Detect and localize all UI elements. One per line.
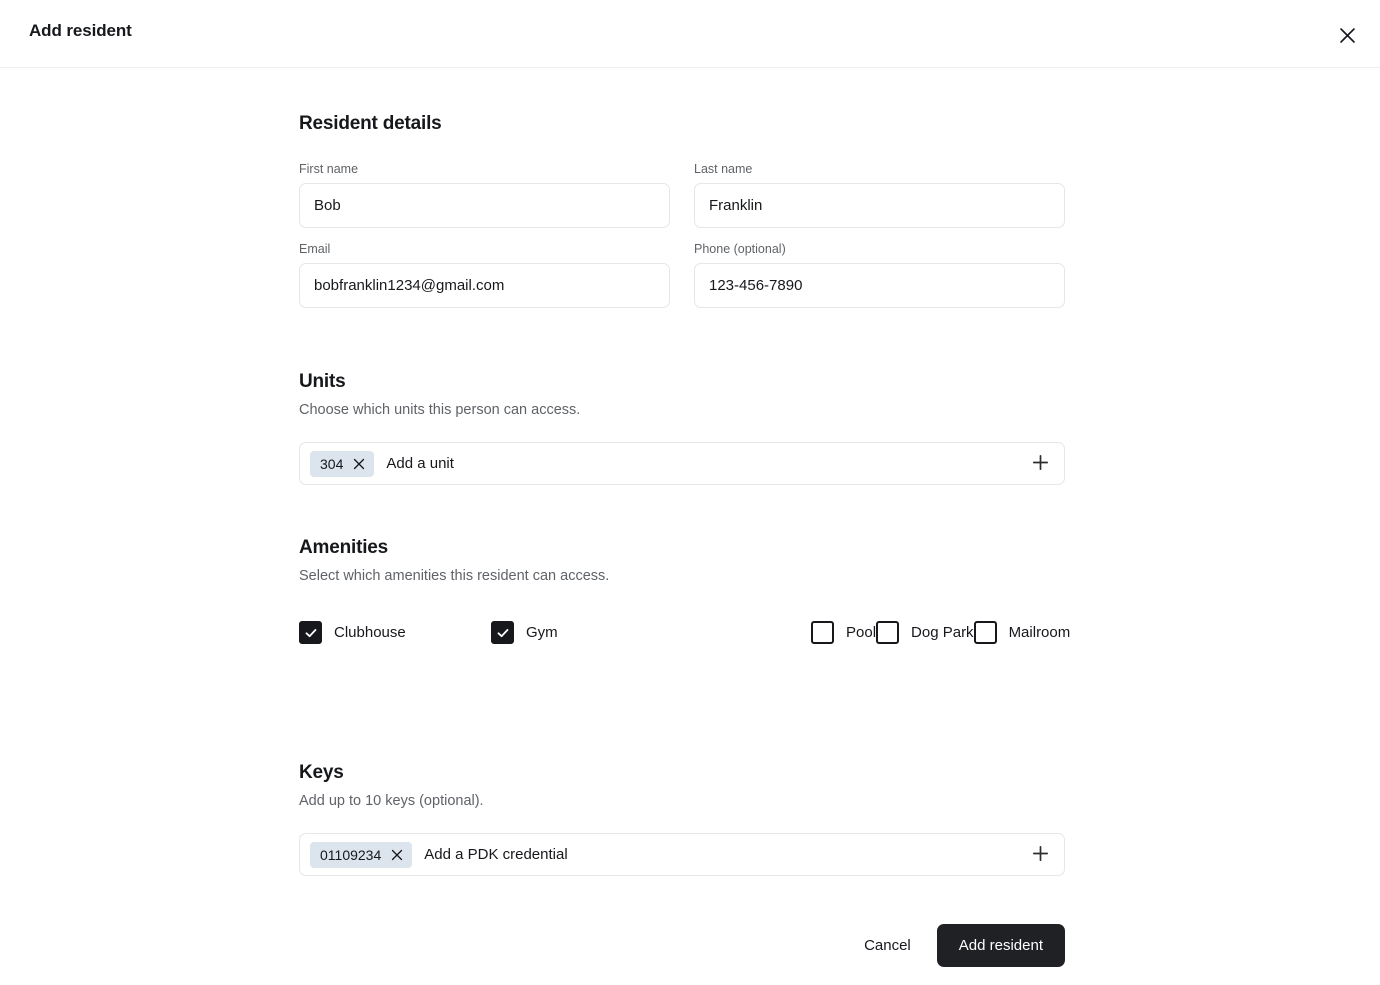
pool-checkbox[interactable] (811, 621, 834, 644)
dog-park-checkbox[interactable] (876, 621, 900, 644)
add-resident-dialog: Add resident Resident details First name… (0, 0, 1380, 985)
unit-chip[interactable]: 304 (310, 450, 375, 477)
amenities-description: Select which amenities this resident can… (299, 568, 610, 584)
unit-chip-label: 304 (320, 455, 344, 472)
cancel-button[interactable]: Cancel (848, 925, 927, 966)
dialog-header: Add resident (0, 0, 1380, 68)
mailroom-checkbox[interactable] (973, 621, 997, 644)
field-first-name: First name (299, 162, 670, 228)
units-heading: Units (299, 371, 346, 392)
dialog-footer: Cancel Add resident (299, 924, 1065, 967)
amenity-row-gym[interactable]: Gym (491, 614, 811, 651)
email-label: Email (299, 242, 331, 256)
pool-label: Pool (846, 624, 877, 641)
units-input[interactable] (386, 455, 1054, 472)
field-phone: Phone (optional) (694, 242, 1065, 308)
amenity-row-clubhouse[interactable]: Clubhouse (299, 614, 491, 651)
clubhouse-checkbox[interactable] (299, 621, 322, 644)
last-name-input[interactable] (694, 183, 1065, 228)
gym-checkbox[interactable] (491, 621, 514, 644)
key-chip-label: 01109234 (320, 846, 382, 863)
phone-label: Phone (optional) (694, 242, 786, 256)
amenity-row-dog-park[interactable]: Dog Park (876, 614, 974, 651)
units-description: Choose which units this person can acces… (299, 402, 581, 418)
amenities-heading: Amenities (299, 537, 389, 558)
units-token-field[interactable]: 304 (299, 442, 1065, 485)
first-name-input[interactable] (299, 183, 670, 228)
dog-park-label: Dog Park (911, 624, 974, 641)
email-input[interactable] (299, 263, 670, 308)
resident-details-fields: First name Last name Email Phone (option… (299, 135, 1065, 308)
gym-label: Gym (526, 624, 558, 641)
key-chip-remove-icon[interactable] (390, 848, 404, 862)
resident-details-heading: Resident details (299, 113, 442, 134)
section-resident-details: Resident details First name Last name Em… (299, 113, 1065, 308)
section-amenities: Amenities Select which amenities this re… (299, 537, 1070, 651)
add-resident-submit-button[interactable]: Add resident (936, 924, 1065, 967)
key-chip[interactable]: 01109234 (310, 841, 413, 868)
close-button[interactable] (1332, 20, 1362, 50)
field-last-name: Last name (694, 162, 1065, 228)
section-keys: Keys Add up to 10 keys (optional). 01109… (299, 762, 1065, 876)
keys-heading: Keys (299, 762, 344, 783)
section-units: Units Choose which units this person can… (299, 371, 1065, 485)
amenity-row-mailroom[interactable]: Mailroom (973, 614, 1071, 651)
phone-input[interactable] (694, 263, 1065, 308)
amenity-row-pool[interactable]: Pool (811, 614, 876, 651)
keys-description: Add up to 10 keys (optional). (299, 793, 484, 809)
field-email: Email (299, 242, 670, 308)
plus-icon (1032, 454, 1049, 474)
mailroom-label: Mailroom (1008, 624, 1071, 641)
add-key-button[interactable] (1028, 843, 1052, 867)
dialog-title: Add resident (29, 21, 132, 40)
keys-token-field[interactable]: 01109234 (299, 833, 1065, 876)
last-name-label: Last name (694, 162, 753, 176)
plus-icon (1032, 845, 1049, 865)
close-icon (1339, 27, 1356, 44)
clubhouse-label: Clubhouse (334, 624, 406, 641)
first-name-label: First name (299, 162, 359, 176)
unit-chip-remove-icon[interactable] (352, 457, 366, 471)
keys-input[interactable] (424, 846, 1054, 863)
amenities-checkbox-grid: Clubhouse Gym Pool Dog Park Mailroom (299, 584, 1070, 651)
add-unit-button[interactable] (1028, 452, 1052, 476)
